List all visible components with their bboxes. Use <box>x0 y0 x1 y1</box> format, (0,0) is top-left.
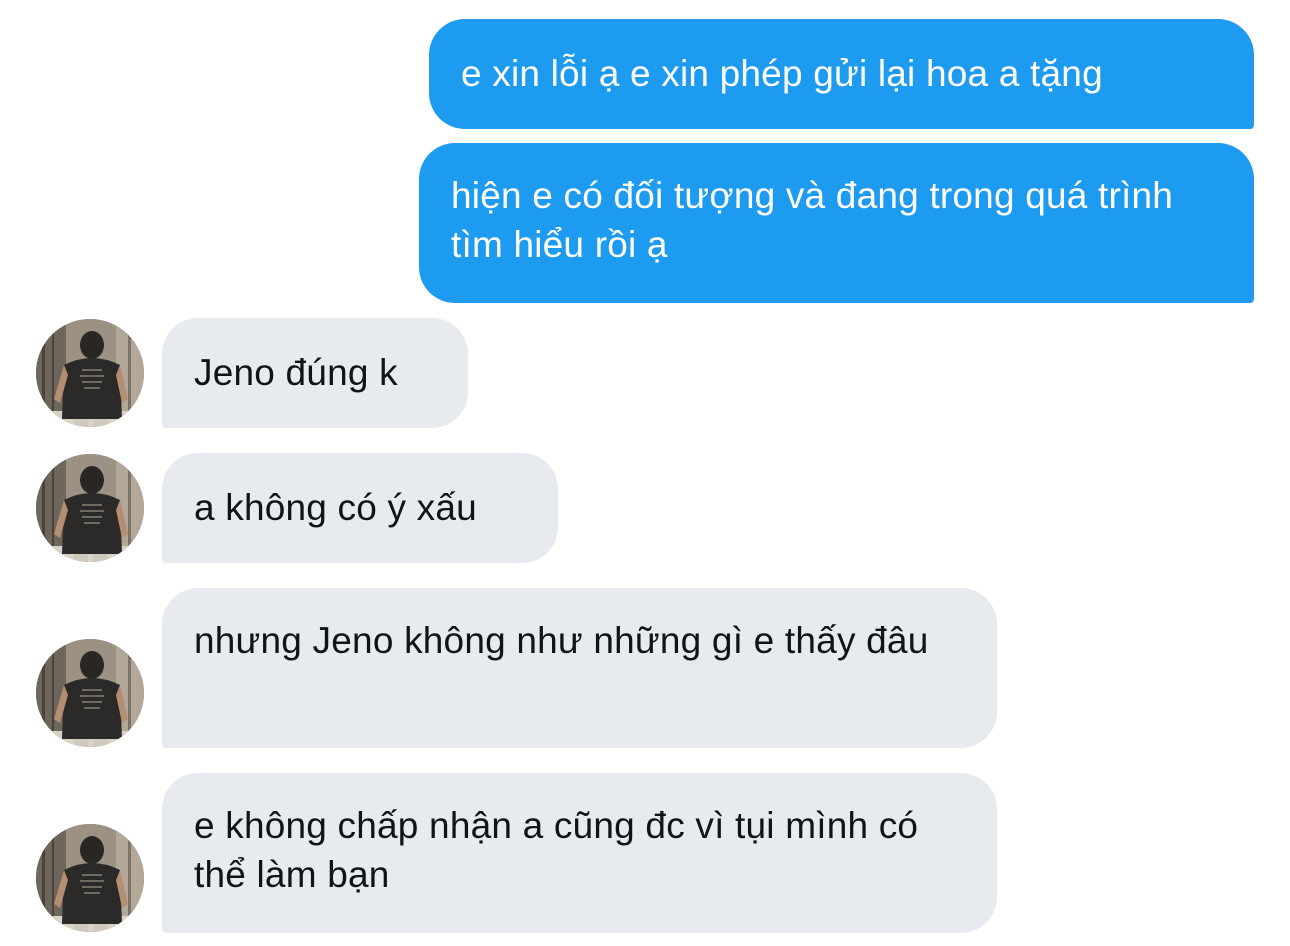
message-text: hiện e có đối tượng và đang trong quá tr… <box>451 175 1174 265</box>
contact-avatar[interactable] <box>36 824 144 932</box>
contact-avatar[interactable] <box>36 454 144 562</box>
message-text: nhưng Jeno không như những gì e thấy đâu <box>194 620 929 661</box>
sent-message-bubble[interactable]: hiện e có đối tượng và đang trong quá tr… <box>419 143 1254 303</box>
avatar-photo-icon <box>36 639 144 747</box>
avatar-photo-icon <box>36 824 144 932</box>
message-text: e xin lỗi ạ e xin phép gửi lại hoa a tặn… <box>461 53 1103 94</box>
sent-message-bubble[interactable]: e xin lỗi ạ e xin phép gửi lại hoa a tặn… <box>429 19 1254 129</box>
message-text: Jeno đúng k <box>194 352 398 393</box>
contact-avatar[interactable] <box>36 639 144 747</box>
received-message-bubble[interactable]: Jeno đúng k <box>162 318 468 428</box>
contact-avatar[interactable] <box>36 319 144 427</box>
received-message-bubble[interactable]: nhưng Jeno không như những gì e thấy đâu <box>162 588 997 748</box>
avatar-photo-icon <box>36 319 144 427</box>
received-message-bubble[interactable]: a không có ý xấu <box>162 453 558 563</box>
message-text: e không chấp nhận a cũng đc vì tụi mình … <box>194 805 919 895</box>
message-text: a không có ý xấu <box>194 487 477 528</box>
received-message-bubble[interactable]: e không chấp nhận a cũng đc vì tụi mình … <box>162 773 997 933</box>
avatar-photo-icon <box>36 454 144 562</box>
